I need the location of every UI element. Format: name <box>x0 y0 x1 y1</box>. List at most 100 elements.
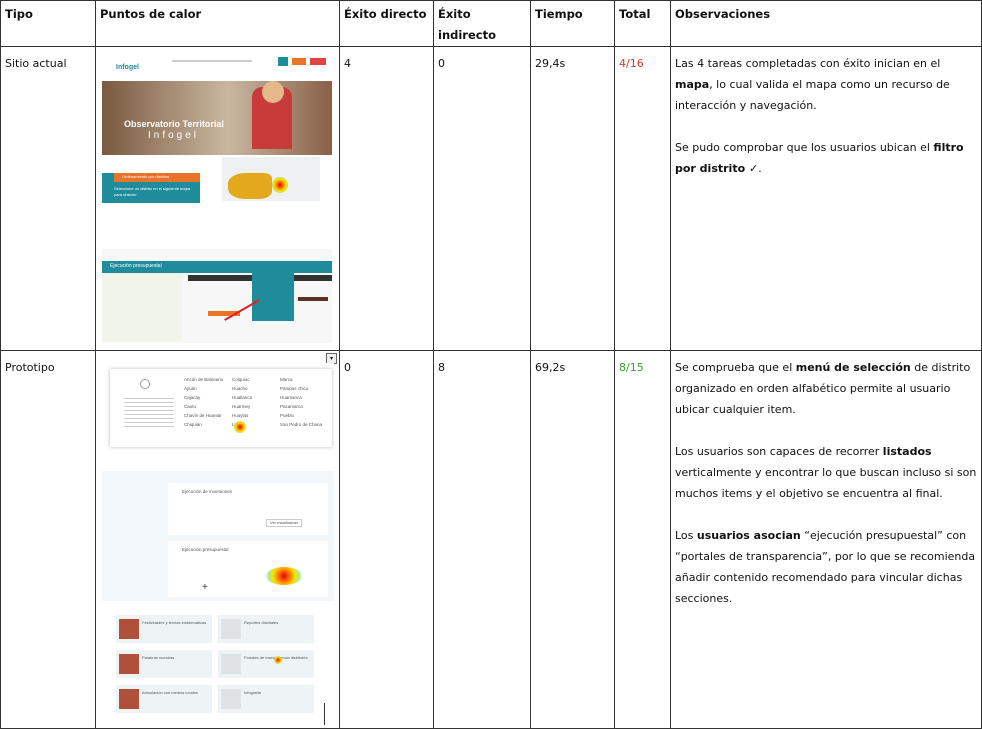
proto-tiles-section: Festividades y fechas emblemáticas Report… <box>110 613 332 721</box>
tile-thumbnail <box>221 654 241 674</box>
card-title: Ejecución presupuestal <box>182 547 229 552</box>
header-total: Total <box>614 0 671 47</box>
cell-exito-indirecto: 8 <box>433 350 531 729</box>
site-chart-caption: Ejecución presupuestal <box>110 263 162 269</box>
site-navbar: Infogel <box>102 55 332 71</box>
district-item[interactable]: Cajacay <box>184 395 200 401</box>
site-filter-label: Ordenamiento por distritos <box>122 174 170 179</box>
tile-card[interactable]: Infografía <box>218 685 314 713</box>
cell-tipo: Sitio actual <box>0 46 96 351</box>
cell-total: 4/16 <box>614 46 671 351</box>
district-item[interactable]: Ayuán <box>184 386 197 392</box>
district-item[interactable]: San Pedro de Chana <box>280 422 322 428</box>
district-list: Ancón de Balneario Ayuán Cajacay Caoto Chaví… <box>184 377 324 443</box>
district-item[interactable]: Huamanca <box>280 395 302 401</box>
tile-card[interactable]: Palabras nuestras <box>116 650 212 678</box>
header-puntos-de-calor: Puntos de calor <box>95 0 340 47</box>
site-filter-text: Seleccione un distrito en el siguiente m… <box>114 186 191 197</box>
header-exito-directo: Éxito directo <box>339 0 434 47</box>
cell-exito-directo: 0 <box>339 350 434 729</box>
proto-cards-section: Ejecución de Inversiones Ver estadística… <box>102 471 334 601</box>
district-item[interactable]: Chiquián <box>184 422 202 428</box>
tile-thumbnail <box>221 689 241 709</box>
heat-spot <box>274 656 282 664</box>
tile-thumbnail <box>119 654 139 674</box>
header-tipo: Tipo <box>0 0 96 47</box>
obs-paragraph: Se comprueba que el menú de selección de… <box>675 357 977 420</box>
tile-card[interactable]: Festividades y fechas emblemáticas <box>116 615 212 643</box>
tile-label: Festividades y fechas emblemáticas <box>142 620 207 625</box>
cell-tipo: Prototipo <box>0 350 96 729</box>
site-map <box>222 157 320 201</box>
site-logo: Infogel <box>116 64 139 71</box>
obs-bold: menú de selección <box>795 361 911 374</box>
tile-thumbnail <box>119 689 139 709</box>
tile-card[interactable]: Articulación con medios locales <box>116 685 212 713</box>
obs-text: , lo cual valida el mapa como un recurso… <box>675 78 950 112</box>
site-district-filter: Ordenamiento por distritos Seleccione un… <box>102 173 200 203</box>
site-banner-sub: Infogel <box>148 130 200 141</box>
cell-total: 8/15 <box>614 350 671 729</box>
obs-text: . <box>758 162 762 175</box>
card-title: Ejecución de Inversiones <box>182 489 233 494</box>
obs-bold: mapa <box>675 78 710 91</box>
cell-heatmap-prototipo: ▾ Ancón de Balneario Ayuán Cajacay Caoto Cha… <box>95 350 340 729</box>
header-tiempo: Tiempo <box>530 0 615 47</box>
header-row: Tipo Puntos de calor Éxito directo Éxito… <box>0 0 982 47</box>
obs-paragraph: Los usuarios asocian “ejecución presupue… <box>675 525 977 609</box>
obs-bold: listados <box>882 445 932 458</box>
header-exito-indirecto: Éxito indirecto <box>433 0 531 47</box>
view-stats-button[interactable]: Ver estadísticas <box>266 519 303 527</box>
obs-bold: usuarios asocian <box>696 529 801 542</box>
obs-text: Se pudo comprobar que los usuarios ubica… <box>675 141 934 154</box>
tile-label: Palabras nuestras <box>142 655 175 660</box>
table-row: Prototipo ▾ Ancón de Balneario Ayuán Cajac… <box>0 350 982 729</box>
site-banner: Observatorio Territorial Infogel <box>102 81 332 155</box>
table-row: Sitio actual Infogel Observatorio Territ… <box>0 46 982 351</box>
district-item[interactable]: Caoto <box>184 404 196 410</box>
obs-text: Las 4 tareas completadas con éxito inici… <box>675 57 941 70</box>
tile-thumbnail <box>221 619 241 639</box>
district-item[interactable]: Pampas chico <box>280 386 308 392</box>
district-item[interactable]: Pacamarca <box>280 404 303 410</box>
heat-spot <box>272 177 288 193</box>
header-observaciones: Observaciones <box>670 0 982 47</box>
cell-exito-directo: 4 <box>339 46 434 351</box>
heatmap-prototype-screenshot: Ancón de Balneario Ayuán Cajacay Caoto Chaví… <box>102 363 334 725</box>
obs-text: verticalmente y encontrar lo que buscan … <box>675 466 977 500</box>
heatmap-site-screenshot: Infogel Observatorio Territorial Infogel <box>102 53 332 343</box>
cell-exito-indirecto: 0 <box>433 46 531 351</box>
cell-heatmap-sitio: Infogel Observatorio Territorial Infogel <box>95 46 340 351</box>
obs-text: Los usuarios son capaces de recorrer <box>675 445 883 458</box>
plus-icon: + <box>202 582 208 593</box>
tile-label: Articulación con medios locales <box>142 690 198 695</box>
district-item[interactable]: Colquioc <box>232 377 250 383</box>
tile-card[interactable]: Portales de transparencia distritales <box>218 650 314 678</box>
cell-observaciones: Las 4 tareas completadas con éxito inici… <box>670 46 982 351</box>
district-item[interactable]: Chavín de Huantar <box>184 413 222 419</box>
district-item[interactable]: Marca <box>280 377 293 383</box>
cell-tiempo: 29,4s <box>530 46 615 351</box>
district-item[interactable]: Huarmey <box>232 404 250 410</box>
proto-district-menu: Ancón de Balneario Ayuán Cajacay Caoto Chaví… <box>110 369 332 447</box>
heat-spot <box>266 567 302 585</box>
heat-spot <box>234 421 246 433</box>
obs-paragraph: Se pudo comprobar que los usuarios ubica… <box>675 137 977 179</box>
site-budget-section: Ejecución presupuestal <box>102 249 332 343</box>
tile-label: Reportes distritales <box>244 620 279 625</box>
cell-tiempo: 69,2s <box>530 350 615 729</box>
district-item[interactable]: Pueblo <box>280 413 294 419</box>
tile-label: Infografía <box>244 690 261 695</box>
obs-paragraph: Las 4 tareas completadas con éxito inici… <box>675 53 977 116</box>
obs-paragraph: Los usuarios son capaces de recorrer lis… <box>675 441 977 504</box>
tile-card[interactable]: Reportes distritales <box>218 615 314 643</box>
district-item[interactable]: Huaylas <box>232 413 248 419</box>
cell-observaciones: Se comprueba que el menú de selección de… <box>670 350 982 729</box>
tile-thumbnail <box>119 619 139 639</box>
results-table: Tipo Puntos de calor Éxito directo Éxito… <box>0 0 982 729</box>
obs-text: Los <box>675 529 697 542</box>
district-item[interactable]: Ancón de Balneario <box>184 377 223 383</box>
obs-text: Se comprueba que el <box>675 361 796 374</box>
district-item[interactable]: Huallanca <box>232 395 252 401</box>
district-item[interactable]: Huacho <box>232 386 248 392</box>
